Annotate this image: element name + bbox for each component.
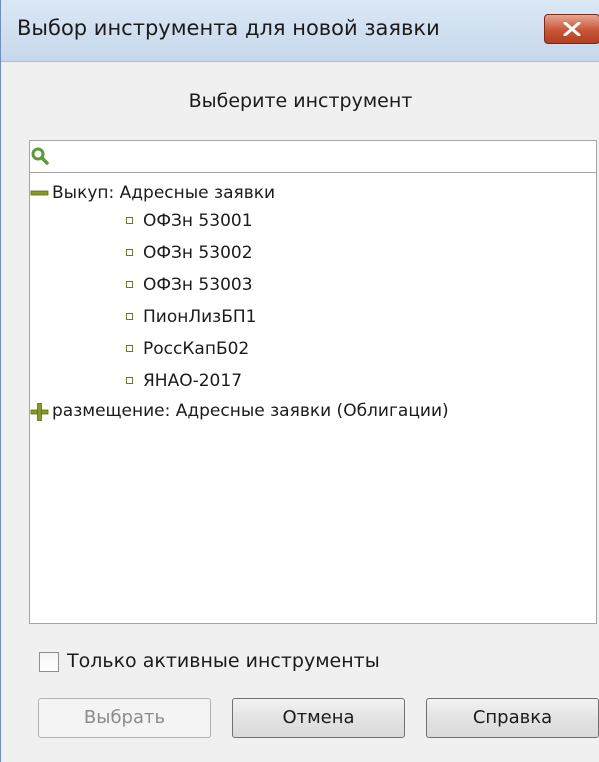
tree-item-label: ОФЗн 53002 — [143, 243, 253, 263]
only-active-checkbox[interactable] — [39, 652, 59, 672]
instrument-tree[interactable]: Выкуп: Адресные заявки ОФЗн 53001 ОФЗн 5… — [29, 172, 597, 624]
tree-item-label: ОФЗн 53003 — [143, 275, 253, 295]
help-button[interactable]: Справка — [426, 698, 599, 738]
only-active-label: Только активные инструменты — [67, 650, 380, 672]
search-icon — [31, 147, 49, 165]
square-bullet-icon — [126, 217, 133, 224]
close-icon — [563, 22, 581, 36]
title-bar[interactable]: Выбор инструмента для новой заявки — [1, 0, 599, 62]
square-bullet-icon — [126, 281, 133, 288]
select-button[interactable]: Выбрать — [38, 698, 211, 738]
square-bullet-icon — [126, 249, 133, 256]
minus-icon[interactable] — [30, 185, 50, 201]
tree-group-label: размещение: Адресные заявки (Облигации) — [52, 401, 449, 421]
cancel-button[interactable]: Отмена — [232, 698, 405, 738]
square-bullet-icon — [126, 345, 133, 352]
dialog-window: Выбор инструмента для новой заявки Выбер… — [0, 0, 599, 762]
square-bullet-icon — [126, 377, 133, 384]
search-input[interactable] — [56, 144, 586, 168]
tree-item-label: ОФЗн 53001 — [143, 211, 253, 231]
window-title: Выбор инструмента для новой заявки — [17, 16, 440, 40]
tree-item-label: ЯНАО-2017 — [143, 371, 243, 391]
square-bullet-icon — [126, 313, 133, 320]
tree-item-label: РоссКапБ02 — [143, 339, 250, 359]
search-box[interactable] — [29, 140, 597, 172]
tree-group-label: Выкуп: Адресные заявки — [52, 183, 276, 203]
plus-icon[interactable] — [30, 403, 50, 421]
close-button[interactable] — [544, 14, 599, 44]
prompt-label: Выберите инструмент — [188, 90, 413, 112]
tree-item-label: ПионЛизБП1 — [143, 307, 257, 327]
